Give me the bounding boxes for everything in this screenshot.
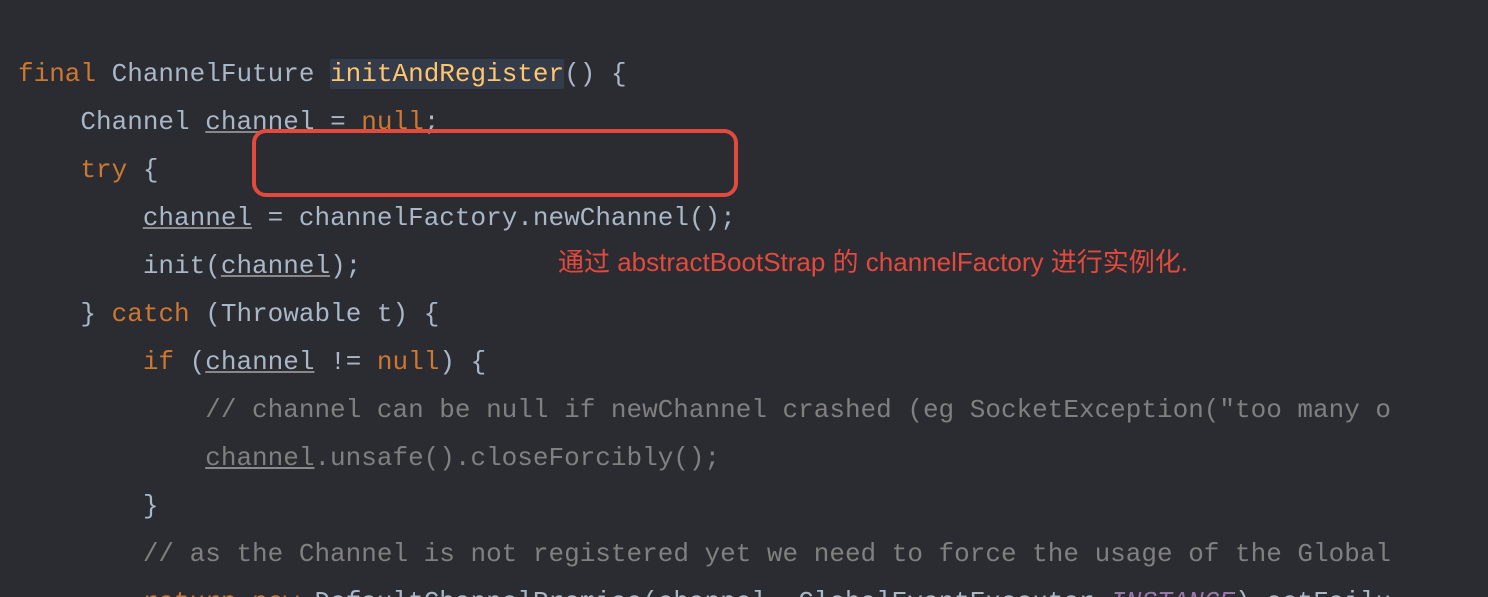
code-line-7[interactable]: if (channel != null) { xyxy=(18,347,486,377)
comment-line: // channel can be null if newChannel cra… xyxy=(205,395,1391,425)
type-throwable: Throwable xyxy=(221,299,361,329)
code-line-6[interactable]: } catch (Throwable t) { xyxy=(18,299,439,329)
call-closeforcibly: .unsafe().closeForcibly() xyxy=(314,443,704,473)
var-channel: channel xyxy=(143,203,252,233)
code-line-12[interactable]: return new DefaultChannelPromise(channel… xyxy=(18,587,1391,597)
brace-open: { xyxy=(611,59,627,89)
method-name: initAndRegister xyxy=(330,59,564,89)
keyword-try: try xyxy=(80,155,127,185)
parens: () xyxy=(564,59,595,89)
keyword-if: if xyxy=(143,347,174,377)
type-channelfuture: ChannelFuture xyxy=(112,59,315,89)
keyword-new: new xyxy=(252,587,299,597)
comment-line: // as the Channel is not registered yet … xyxy=(143,539,1391,569)
code-line-4[interactable]: channel = channelFactory.newChannel(); xyxy=(18,203,736,233)
keyword-final: final xyxy=(18,59,96,89)
var-channel: channel xyxy=(205,443,314,473)
annotation-text: 通过 abstractBootStrap 的 channelFactory 进行… xyxy=(558,238,1188,286)
code-editor[interactable]: final ChannelFuture initAndRegister() { … xyxy=(0,0,1488,597)
code-line-8[interactable]: // channel can be null if newChannel cra… xyxy=(18,395,1391,425)
code-line-1[interactable]: final ChannelFuture initAndRegister() { xyxy=(18,59,627,89)
code-line-9[interactable]: channel.unsafe().closeForcibly(); xyxy=(18,443,720,473)
ctor-defaultchannelpromise: DefaultChannelPromise( xyxy=(314,587,657,597)
class-globaleventexecutor: GlobalEventExecutor. xyxy=(798,587,1110,597)
call-newchannel: channelFactory.newChannel() xyxy=(299,203,720,233)
code-line-10[interactable]: } xyxy=(18,491,158,521)
code-line-5[interactable]: init(channel); xyxy=(18,251,361,281)
arg-channel: channel xyxy=(221,251,330,281)
var-t: t xyxy=(377,299,393,329)
keyword-return: return xyxy=(143,587,237,597)
code-line-3[interactable]: try { xyxy=(18,155,158,185)
keyword-null: null xyxy=(377,347,439,377)
code-line-11[interactable]: // as the Channel is not registered yet … xyxy=(18,539,1391,569)
type-channel: Channel xyxy=(80,107,189,137)
keyword-catch: catch xyxy=(112,299,190,329)
var-channel: channel xyxy=(205,347,314,377)
arg-channel: channel xyxy=(658,587,767,597)
highlight-box xyxy=(252,129,738,197)
static-instance: INSTANCE xyxy=(1110,587,1235,597)
